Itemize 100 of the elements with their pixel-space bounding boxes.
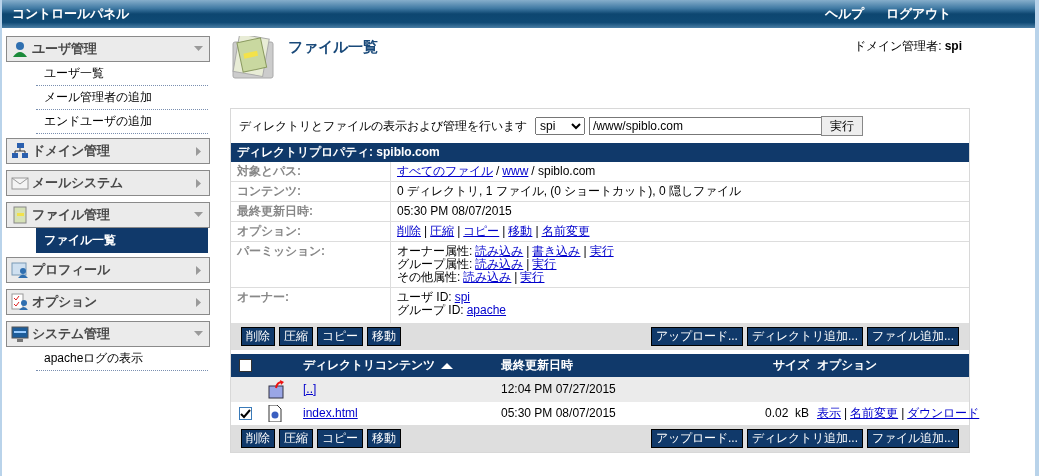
html-file-icon xyxy=(268,405,282,422)
sidebar-item[interactable]: エンドユーザの追加 xyxy=(36,110,208,134)
value-link[interactable]: 実行 xyxy=(520,271,545,284)
sidebar-item[interactable]: ファイル一覧 xyxy=(36,228,208,253)
option-link[interactable]: ダウンロード xyxy=(907,407,980,420)
property-label: 対象とパス: xyxy=(231,162,391,182)
value-link[interactable]: 実行 xyxy=(532,258,557,271)
value-text: | xyxy=(526,245,530,258)
admin-label: ドメイン管理者: xyxy=(854,40,942,55)
page-title: ファイル一覧 xyxy=(288,38,379,57)
value-link[interactable]: apache xyxy=(466,304,507,317)
prompt-text: ディレクトリとファイルの表示および管理を行います xyxy=(239,119,527,133)
file-list-icon xyxy=(230,36,276,80)
toolbar-button[interactable]: ディレクトリ追加... xyxy=(746,429,863,448)
envelope-icon xyxy=(11,174,29,192)
value-text: | xyxy=(457,225,461,238)
sidebar-section[interactable]: ファイル管理 xyxy=(6,202,210,228)
value-text: ユーザ ID: xyxy=(397,291,452,304)
file-link[interactable]: index.html xyxy=(303,406,358,420)
value-link[interactable]: すべてのファイル xyxy=(397,165,493,178)
select-all-checkbox[interactable] xyxy=(239,359,252,372)
value-link[interactable]: 圧縮 xyxy=(430,225,455,238)
network-icon xyxy=(11,142,29,160)
header-link[interactable]: ヘルプ xyxy=(825,5,864,23)
option-link[interactable]: 表示 xyxy=(817,407,841,420)
value-text: | xyxy=(583,245,587,258)
sidebar-section[interactable]: ドメイン管理 xyxy=(6,138,210,164)
sidebar-section[interactable]: メールシステム xyxy=(6,170,210,196)
user-icon xyxy=(11,40,29,58)
path-field[interactable]: /www/spiblo.com xyxy=(589,117,822,135)
toolbar-button[interactable]: アップロード... xyxy=(650,327,743,346)
option-link[interactable]: 名前変更 xyxy=(850,407,899,420)
toolbar-button[interactable]: 圧縮 xyxy=(279,327,313,346)
value-link[interactable]: 名前変更 xyxy=(541,225,590,238)
sidebar-item[interactable]: メール管理者の追加 xyxy=(36,86,208,110)
separator-text: | xyxy=(844,407,848,420)
modified-cell: 05:30 PM 08/07/2015 xyxy=(497,402,725,425)
value-text: | xyxy=(514,271,518,284)
value-link[interactable]: 削除 xyxy=(397,225,421,238)
value-text: | xyxy=(535,225,539,238)
toolbar-button[interactable]: ファイル追加... xyxy=(867,327,959,346)
checkmark-icon xyxy=(240,408,251,419)
value-text: 05:30 PM 08/07/2015 xyxy=(397,205,512,218)
header-link[interactable]: ログアウト xyxy=(886,5,951,23)
row-checkbox[interactable] xyxy=(239,407,252,420)
toolbar-button[interactable]: 移動 xyxy=(367,429,401,448)
sidebar-section[interactable]: オプション xyxy=(6,289,210,315)
value-text: | xyxy=(526,258,530,271)
value-text: グループ属性: xyxy=(397,258,473,271)
value-link[interactable]: spi xyxy=(454,291,470,304)
value-link[interactable]: 読み込み xyxy=(463,271,512,284)
sidebar-item[interactable]: apacheログの表示 xyxy=(36,347,208,371)
sidebar-item[interactable]: ユーザ一覧 xyxy=(36,62,208,86)
value-text: 0 ディレクトリ, 1 ファイル, (0 ショートカット), 0 隠しファイル xyxy=(397,185,742,198)
value-link[interactable]: 書き込み xyxy=(532,245,581,258)
value-link[interactable]: www xyxy=(502,165,529,178)
toolbar-button[interactable]: コピー xyxy=(317,429,363,448)
value-text: その他属性: xyxy=(397,271,461,284)
value-text: オーナー属性: xyxy=(397,245,473,258)
toolbar-button[interactable]: 移動 xyxy=(367,327,401,346)
value-link[interactable]: 読み込み xyxy=(475,245,524,258)
value-text: / spiblo.com xyxy=(531,165,596,178)
property-label: 最終更新日時: xyxy=(231,201,391,222)
column-header: 最終更新日時 xyxy=(501,358,573,372)
monitor-icon xyxy=(11,325,29,343)
size-cell: 0.02 kB xyxy=(764,406,809,420)
toolbar-button[interactable]: 削除 xyxy=(241,327,275,346)
up-folder-icon xyxy=(268,380,285,399)
value-link[interactable]: コピー xyxy=(463,225,500,238)
column-header: オプション xyxy=(817,358,877,372)
toolbar-button[interactable]: ディレクトリ追加... xyxy=(746,327,863,346)
document-icon xyxy=(11,206,29,224)
toolbar-button[interactable]: アップロード... xyxy=(650,429,743,448)
go-button[interactable]: 実行 xyxy=(821,116,863,136)
user-select[interactable]: spi xyxy=(535,117,585,135)
checklist-icon xyxy=(11,293,29,311)
admin-name: spi xyxy=(944,40,962,55)
toolbar-button[interactable]: 圧縮 xyxy=(279,429,313,448)
value-text: / xyxy=(496,165,500,178)
value-link[interactable]: 読み込み xyxy=(475,258,524,271)
toolbar-button[interactable]: 削除 xyxy=(241,429,275,448)
sidebar-section[interactable]: システム管理 xyxy=(6,321,210,347)
value-text: グループ ID: xyxy=(397,304,464,317)
property-label: オプション: xyxy=(231,221,391,242)
sidebar-section[interactable]: プロフィール xyxy=(6,257,210,283)
sidebar-section[interactable]: ユーザ管理 xyxy=(6,36,210,62)
toolbar-button[interactable]: ファイル追加... xyxy=(867,429,959,448)
app-title: コントロールパネル xyxy=(12,5,130,23)
property-label: パーミッション: xyxy=(231,241,391,288)
value-link[interactable]: 実行 xyxy=(589,245,614,258)
value-text: | xyxy=(502,225,506,238)
separator-text: | xyxy=(901,407,905,420)
column-header: サイズ xyxy=(773,358,809,372)
file-link[interactable]: [..] xyxy=(303,382,317,396)
profile-icon xyxy=(11,261,29,279)
value-text: | xyxy=(424,225,428,238)
value-link[interactable]: 移動 xyxy=(508,225,533,238)
section-header: ディレクトリプロパティ: spiblo.com xyxy=(231,143,969,162)
modified-cell: 12:04 PM 07/27/2015 xyxy=(497,377,725,402)
toolbar-button[interactable]: コピー xyxy=(317,327,363,346)
